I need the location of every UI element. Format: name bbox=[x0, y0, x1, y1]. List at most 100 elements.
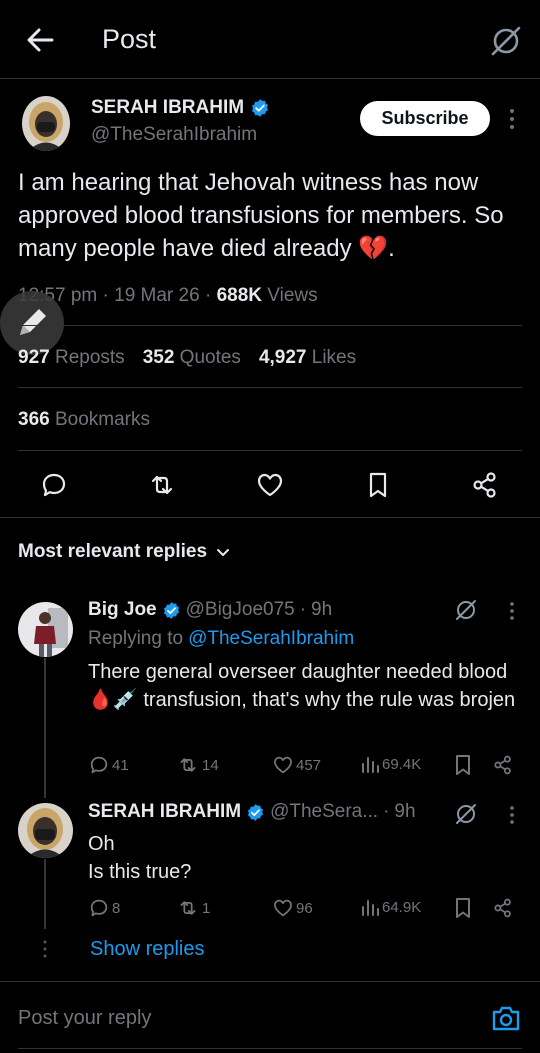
post-date[interactable]: 19 Mar 26 bbox=[114, 285, 200, 306]
like-icon bbox=[274, 899, 292, 917]
reply-count: 41 bbox=[112, 756, 129, 774]
section-divider bbox=[0, 517, 540, 518]
page-title: Post bbox=[102, 24, 157, 54]
reply-action-bar: 41 14 457 69.4K bbox=[88, 754, 528, 780]
reply-time[interactable]: 9h bbox=[311, 599, 332, 621]
author-name[interactable]: SERAH IBRAHIM bbox=[91, 97, 270, 119]
views-count: 69.4K bbox=[382, 755, 422, 773]
grok-icon[interactable] bbox=[454, 802, 478, 826]
reply-text-line: Oh bbox=[88, 833, 115, 855]
like-button[interactable]: 96 bbox=[272, 897, 313, 919]
bookmark-icon[interactable] bbox=[454, 897, 472, 919]
replying-to-handle[interactable]: @TheSerahIbrahim bbox=[188, 628, 354, 650]
like-count: 457 bbox=[296, 756, 322, 774]
repost-icon[interactable] bbox=[147, 470, 177, 500]
repost-icon bbox=[180, 901, 196, 915]
bookmarks-count: 366 bbox=[18, 409, 50, 430]
reply-input[interactable]: Post your reply bbox=[18, 1007, 151, 1030]
replying-to: Replying to @TheSerahIbrahim bbox=[88, 628, 354, 650]
reply-sort-dropdown[interactable]: Most relevant replies bbox=[18, 541, 231, 563]
repost-icon bbox=[180, 758, 196, 772]
repost-button[interactable]: 14 bbox=[176, 754, 219, 776]
top-bar: Post bbox=[0, 0, 540, 79]
compose-button[interactable] bbox=[0, 291, 64, 355]
views-chart-icon bbox=[362, 757, 379, 773]
subscribe-button[interactable]: Subscribe bbox=[360, 101, 490, 136]
quotes-stat[interactable]: 352 Quotes bbox=[143, 347, 241, 369]
share-icon[interactable] bbox=[470, 470, 500, 500]
author-handle[interactable]: @TheSerahIbrahim bbox=[91, 124, 257, 146]
reply-sort-label: Most relevant replies bbox=[18, 541, 208, 562]
camera-icon[interactable] bbox=[490, 1003, 522, 1033]
more-options-icon[interactable] bbox=[506, 804, 518, 826]
reply-author-handle[interactable]: @TheSera... bbox=[270, 801, 378, 823]
author-avatar[interactable] bbox=[22, 96, 70, 151]
reply-avatar[interactable] bbox=[18, 803, 73, 858]
chevron-down-icon bbox=[215, 544, 231, 560]
divider bbox=[18, 450, 522, 451]
reply-author-name[interactable]: Big Joe bbox=[88, 599, 157, 621]
pencil-icon bbox=[20, 309, 46, 335]
bookmark-icon[interactable] bbox=[363, 470, 393, 500]
reposts-stat[interactable]: 927 Reposts bbox=[18, 347, 125, 369]
reply-icon[interactable] bbox=[39, 470, 69, 500]
post-text: I am hearing that Jehovah witness has no… bbox=[18, 169, 504, 262]
replying-to-prefix: Replying to bbox=[88, 628, 184, 649]
verified-badge-icon bbox=[162, 601, 181, 620]
divider bbox=[0, 981, 540, 982]
reply-header: Big Joe @BigJoe075 · 9h bbox=[88, 599, 333, 621]
verified-badge-icon bbox=[250, 98, 270, 118]
views-button[interactable]: 69.4K bbox=[360, 754, 421, 774]
views-count: 64.9K bbox=[382, 898, 422, 916]
reply-text-line: Is this true? bbox=[88, 861, 192, 883]
reply-icon bbox=[90, 899, 108, 917]
thread-line bbox=[44, 859, 46, 929]
repost-count: 14 bbox=[202, 756, 219, 774]
like-count: 96 bbox=[296, 899, 313, 917]
author-name-text[interactable]: SERAH IBRAHIM bbox=[91, 97, 244, 119]
engagement-stats: 927 Reposts 352 Quotes 4,927 Likes bbox=[18, 347, 356, 369]
reply-icon bbox=[90, 756, 108, 774]
share-icon[interactable] bbox=[492, 754, 514, 776]
reposts-count: 927 bbox=[18, 347, 50, 368]
bookmark-icon[interactable] bbox=[454, 754, 472, 776]
like-icon bbox=[274, 756, 292, 774]
quotes-count: 352 bbox=[142, 347, 175, 368]
verified-badge-icon bbox=[246, 803, 265, 822]
reply-button[interactable]: 8 bbox=[88, 897, 120, 919]
quotes-label: Quotes bbox=[179, 347, 241, 368]
reply-text: Oh Is this true? bbox=[88, 830, 518, 886]
reply-action-bar: 8 1 96 64.9K bbox=[88, 897, 528, 923]
back-arrow-icon[interactable] bbox=[22, 24, 58, 56]
show-replies-link[interactable]: Show replies bbox=[90, 938, 205, 961]
views-label: Views bbox=[267, 285, 318, 306]
reply-author-name[interactable]: SERAH IBRAHIM bbox=[88, 801, 241, 823]
divider bbox=[18, 325, 522, 326]
bookmarks-label: Bookmarks bbox=[54, 409, 151, 430]
reply-button[interactable]: 41 bbox=[88, 754, 129, 776]
thread-dots bbox=[43, 940, 47, 958]
grok-icon[interactable] bbox=[454, 598, 478, 622]
like-button[interactable]: 457 bbox=[272, 754, 321, 776]
reply-time[interactable]: 9h bbox=[394, 801, 415, 823]
likes-label: Likes bbox=[311, 347, 357, 368]
grok-icon[interactable] bbox=[489, 24, 523, 58]
reposts-label: Reposts bbox=[54, 347, 125, 368]
repost-button[interactable]: 1 bbox=[176, 897, 210, 919]
divider bbox=[18, 387, 522, 388]
likes-count: 4,927 bbox=[258, 347, 307, 368]
post-action-bar bbox=[0, 466, 540, 506]
views-count: 688K bbox=[216, 285, 262, 306]
share-icon[interactable] bbox=[492, 897, 514, 919]
more-options-icon[interactable] bbox=[503, 106, 521, 132]
views-button[interactable]: 64.9K bbox=[360, 897, 421, 917]
like-icon[interactable] bbox=[255, 470, 285, 500]
views-chart-icon bbox=[362, 900, 379, 916]
reply-author-handle[interactable]: @BigJoe075 bbox=[186, 599, 295, 621]
reply-text: There general overseer daughter needed b… bbox=[88, 661, 516, 711]
more-options-icon[interactable] bbox=[506, 600, 518, 622]
reply-avatar[interactable] bbox=[18, 602, 73, 657]
reply-header: SERAH IBRAHIM @TheSera... · 9h bbox=[88, 801, 416, 823]
bookmarks-stat[interactable]: 366 Bookmarks bbox=[18, 409, 150, 431]
likes-stat[interactable]: 4,927 Likes bbox=[259, 347, 356, 369]
